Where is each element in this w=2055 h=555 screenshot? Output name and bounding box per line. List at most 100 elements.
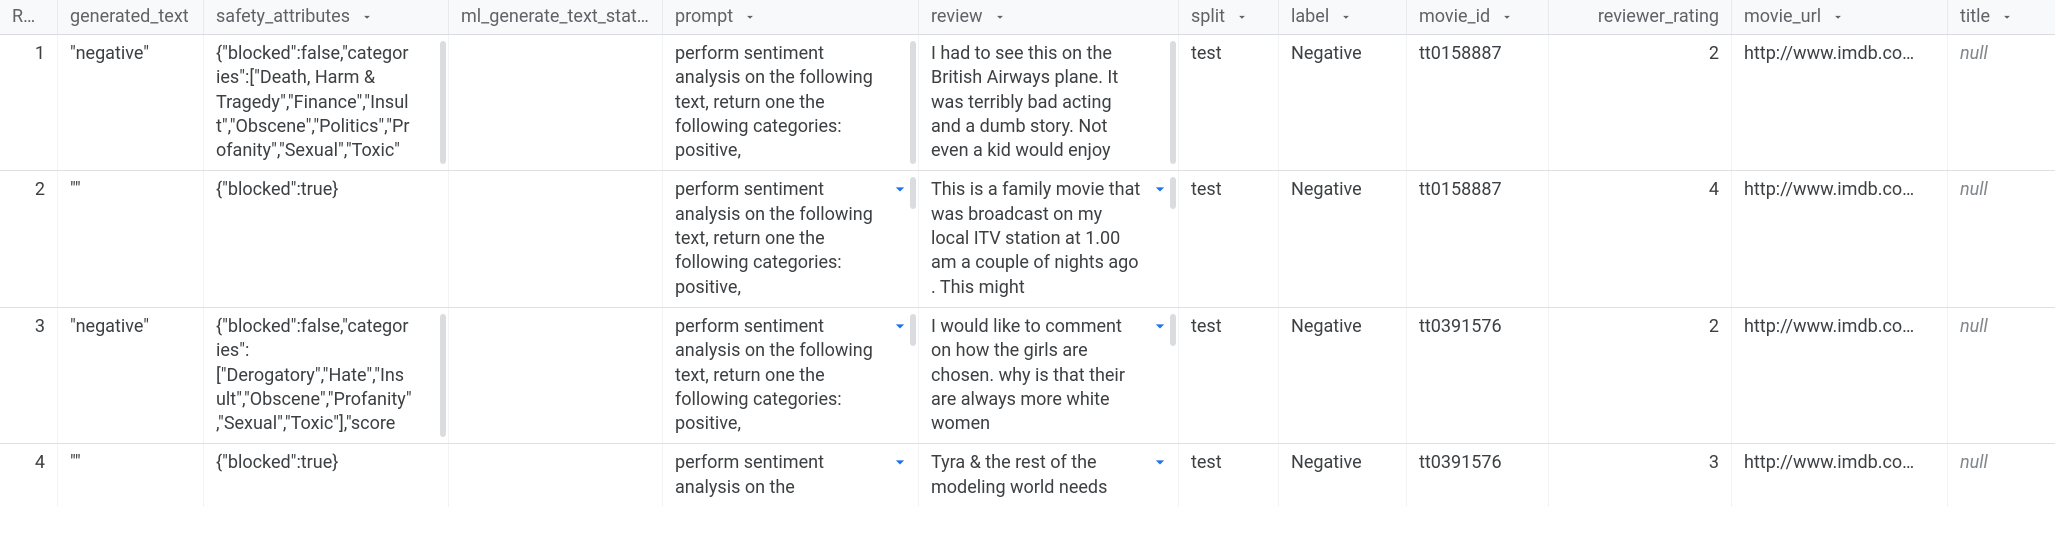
cell-movie-url: http://www.imdb.co… (1732, 308, 1948, 443)
cell-value: test (1191, 451, 1222, 475)
row-number: 2 (12, 178, 45, 202)
cell-value: tt0391576 (1419, 451, 1502, 475)
cell-value: http://www.imdb.co… (1744, 178, 1935, 202)
cell-value: Tyra & the rest of the modeling world ne… (931, 451, 1142, 500)
header-label: movie_id (1419, 5, 1490, 29)
table-row[interactable]: 3 "negative" {"blocked":false,"categorie… (0, 308, 2055, 444)
header-movie-id[interactable]: movie_id (1407, 0, 1549, 34)
scroll-indicator[interactable] (1170, 177, 1176, 209)
cell-value: I had to see this on the British Airways… (931, 42, 1142, 163)
header-label: label (1291, 5, 1329, 29)
dropdown-icon[interactable] (1339, 10, 1353, 24)
header-row-number[interactable]: Row (0, 0, 58, 34)
cell-title: null (1948, 35, 2055, 170)
cell-reviewer-rating: 2 (1549, 308, 1732, 443)
cell-split: test (1179, 171, 1279, 306)
header-label: reviewer_rating (1561, 5, 1719, 29)
table-row[interactable]: 4 "" {"blocked":true} perform sentiment … (0, 444, 2055, 507)
cell-value: Negative (1291, 315, 1362, 339)
dropdown-icon[interactable] (743, 10, 757, 24)
cell-review: This is a family movie that was broadcas… (919, 171, 1179, 306)
dropdown-icon[interactable] (1235, 10, 1249, 24)
table-header-row: Row generated_text safety_attributes ml_… (0, 0, 2055, 35)
cell-row-number: 3 (0, 308, 58, 443)
header-label: split (1191, 5, 1225, 29)
cell-safety-attributes: {"blocked":true} (204, 171, 449, 306)
expand-icon[interactable] (1148, 314, 1172, 338)
cell-generated-text: "negative" (58, 35, 204, 170)
cell-value: This is a family movie that was broadcas… (931, 178, 1142, 299)
header-generated-text[interactable]: generated_text (58, 0, 204, 34)
results-table: Row generated_text safety_attributes ml_… (0, 0, 2055, 507)
dropdown-icon[interactable] (993, 10, 1007, 24)
cell-reviewer-rating: 4 (1549, 171, 1732, 306)
dropdown-icon[interactable] (1500, 10, 1514, 24)
cell-value: 2 (1561, 42, 1719, 66)
cell-value: perform sentiment analysis on the (675, 451, 882, 500)
scroll-indicator[interactable] (910, 314, 916, 346)
row-number: 4 (12, 451, 45, 475)
cell-movie-id: tt0391576 (1407, 444, 1549, 507)
dropdown-icon[interactable] (2000, 10, 2014, 24)
cell-value: perform sentiment analysis on the follow… (675, 178, 882, 299)
cell-value: "" (70, 451, 81, 475)
cell-review: I would like to comment on how the girls… (919, 308, 1179, 443)
cell-value: tt0391576 (1419, 315, 1502, 339)
header-title[interactable]: title (1948, 0, 2055, 34)
header-label: generated_text (70, 5, 189, 29)
scroll-indicator[interactable] (440, 41, 446, 164)
cell-value: tt0158887 (1419, 42, 1502, 66)
cell-prompt: perform sentiment analysis on the follow… (663, 308, 919, 443)
header-prompt[interactable]: prompt (663, 0, 919, 34)
header-split[interactable]: split (1179, 0, 1279, 34)
cell-value: "negative" (70, 42, 149, 66)
cell-value: 2 (1561, 315, 1719, 339)
cell-value: Negative (1291, 178, 1362, 202)
cell-value-null: null (1960, 178, 1988, 202)
cell-value: {"blocked":false,"categories":["Derogato… (216, 315, 412, 436)
cell-value-null: null (1960, 451, 1988, 475)
row-number: 3 (12, 315, 45, 339)
cell-review: I had to see this on the British Airways… (919, 35, 1179, 170)
header-label: review (931, 5, 983, 29)
scroll-indicator[interactable] (1170, 41, 1176, 164)
cell-movie-url: http://www.imdb.co… (1732, 171, 1948, 306)
cell-label: Negative (1279, 308, 1407, 443)
expand-icon[interactable] (888, 177, 912, 201)
cell-value: Negative (1291, 42, 1362, 66)
cell-title: null (1948, 444, 2055, 507)
cell-split: test (1179, 444, 1279, 507)
expand-icon[interactable] (1148, 177, 1172, 201)
expand-icon[interactable] (888, 450, 912, 474)
scroll-indicator[interactable] (440, 314, 446, 437)
cell-ml-status (449, 35, 663, 170)
header-label-col[interactable]: label (1279, 0, 1407, 34)
header-label: movie_url (1744, 5, 1821, 29)
cell-safety-attributes: {"blocked":false,"categories":["Derogato… (204, 308, 449, 443)
scroll-indicator[interactable] (910, 41, 916, 164)
cell-split: test (1179, 308, 1279, 443)
cell-split: test (1179, 35, 1279, 170)
header-reviewer-rating[interactable]: reviewer_rating (1549, 0, 1732, 34)
header-movie-url[interactable]: movie_url (1732, 0, 1948, 34)
header-review[interactable]: review (919, 0, 1179, 34)
cell-value: test (1191, 178, 1222, 202)
cell-movie-id: tt0158887 (1407, 171, 1549, 306)
cell-title: null (1948, 308, 2055, 443)
cell-row-number: 4 (0, 444, 58, 507)
dropdown-icon[interactable] (360, 10, 374, 24)
dropdown-icon[interactable] (1831, 10, 1845, 24)
header-label: safety_attributes (216, 5, 350, 29)
expand-icon[interactable] (1148, 450, 1172, 474)
scroll-indicator[interactable] (1170, 314, 1176, 346)
header-safety-attributes[interactable]: safety_attributes (204, 0, 449, 34)
table-row[interactable]: 1 "negative" {"blocked":false,"categorie… (0, 35, 2055, 171)
cell-label: Negative (1279, 444, 1407, 507)
header-ml-generate-text-status[interactable]: ml_generate_text_status (449, 0, 663, 34)
table-row[interactable]: 2 "" {"blocked":true} perform sentiment … (0, 171, 2055, 307)
cell-movie-id: tt0391576 (1407, 308, 1549, 443)
cell-value: I would like to comment on how the girls… (931, 315, 1142, 436)
cell-ml-status (449, 308, 663, 443)
scroll-indicator[interactable] (910, 177, 916, 209)
expand-icon[interactable] (888, 314, 912, 338)
